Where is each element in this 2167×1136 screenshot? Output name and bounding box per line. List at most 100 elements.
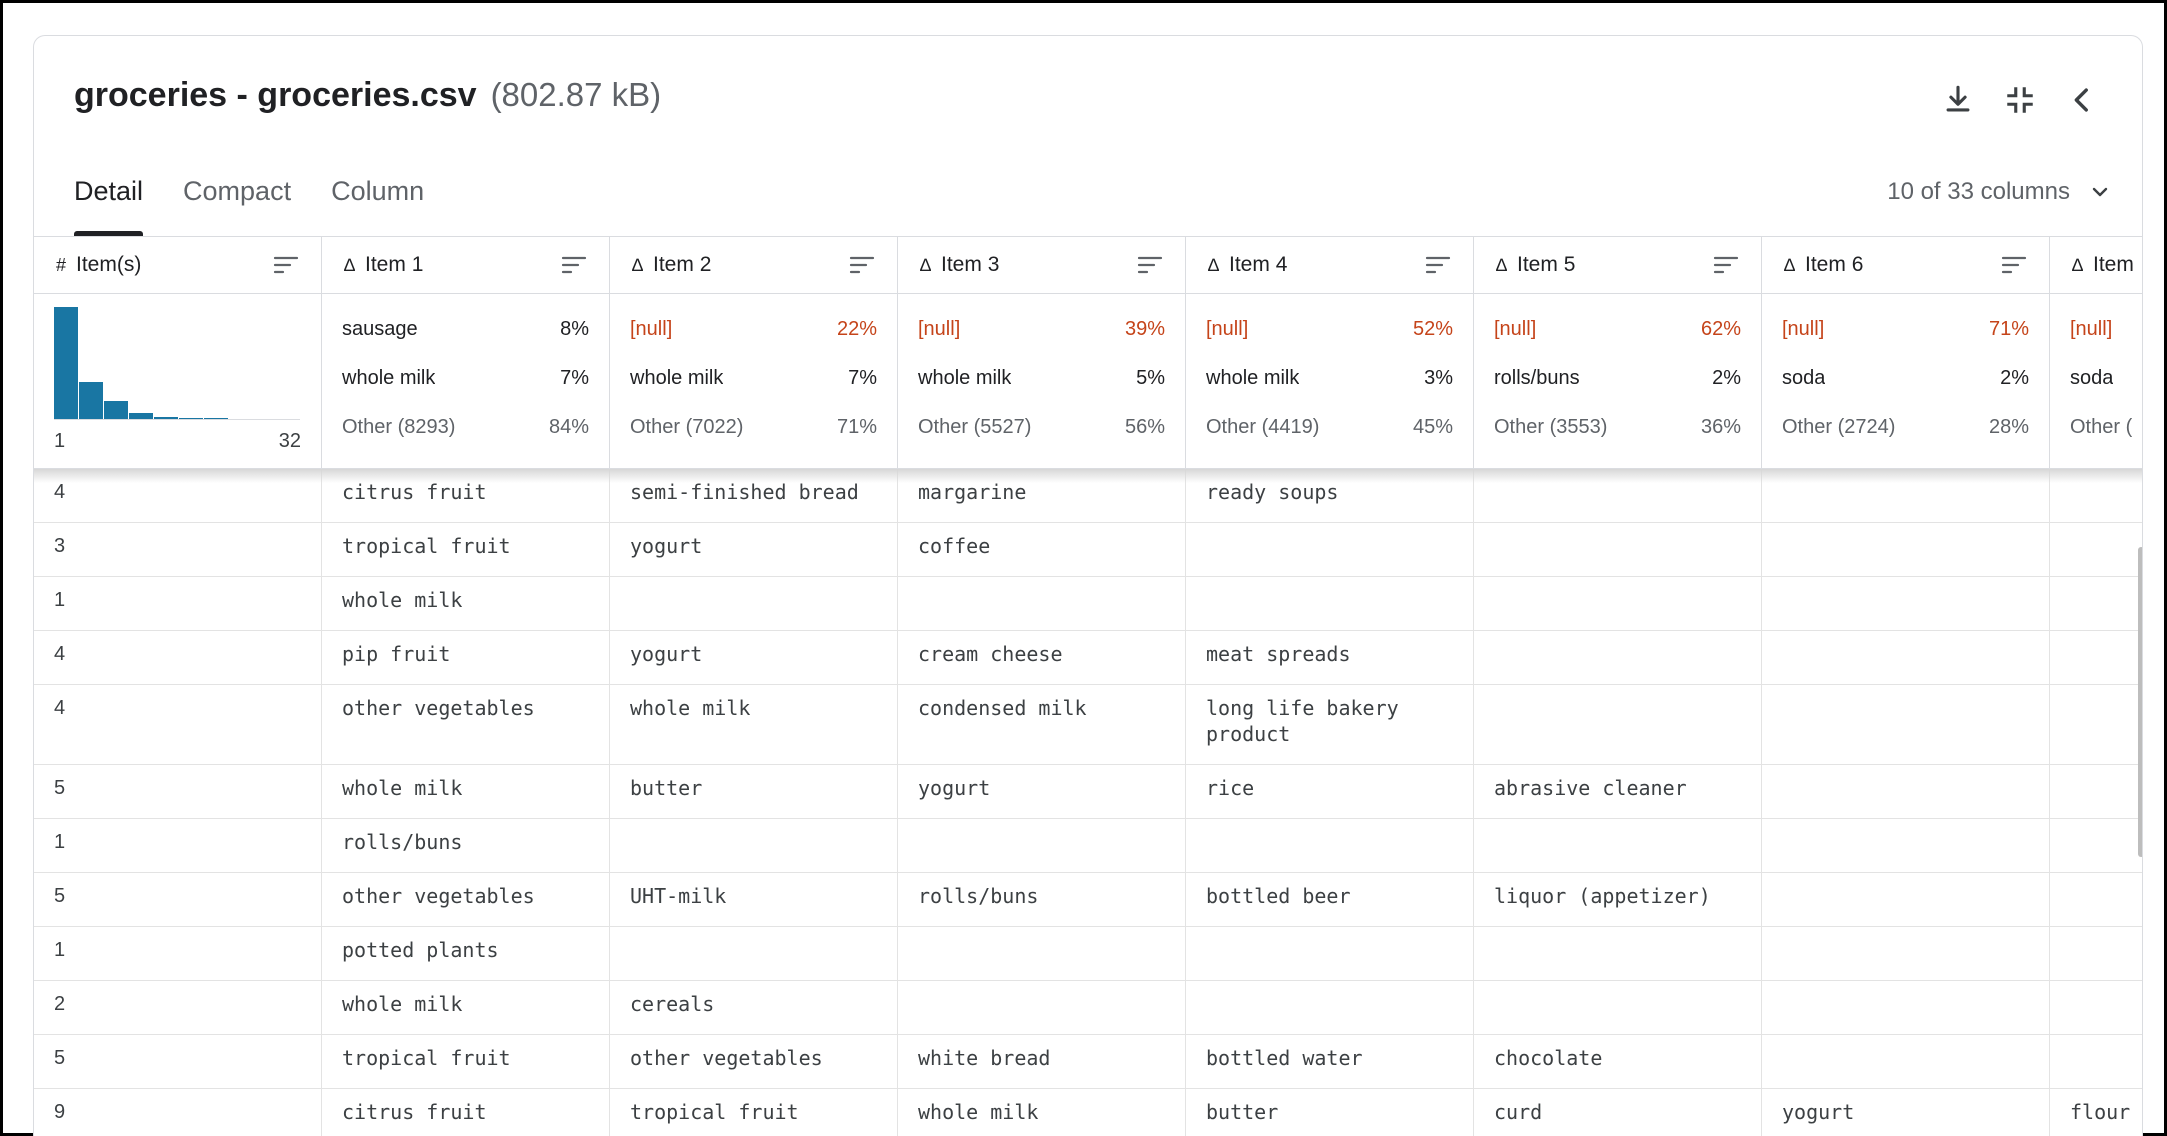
table-cell[interactable] bbox=[2050, 981, 2142, 1034]
table-cell[interactable] bbox=[1474, 577, 1762, 630]
table-cell[interactable] bbox=[2050, 765, 2142, 818]
column-header[interactable]: # Item(s) bbox=[34, 237, 322, 294]
column-header[interactable]: ∆ Item 4 bbox=[1186, 237, 1474, 294]
close-panel-button[interactable] bbox=[2062, 80, 2102, 120]
table-cell[interactable]: flour bbox=[2050, 1089, 2142, 1136]
collapse-button[interactable] bbox=[2000, 80, 2040, 120]
table-cell[interactable] bbox=[1762, 819, 2050, 872]
table-cell[interactable] bbox=[1186, 819, 1474, 872]
table-cell[interactable] bbox=[1186, 927, 1474, 980]
table-cell[interactable]: pip fruit bbox=[322, 631, 610, 684]
table-cell[interactable]: tropical fruit bbox=[322, 523, 610, 576]
table-cell[interactable] bbox=[1186, 981, 1474, 1034]
table-cell[interactable] bbox=[1762, 685, 2050, 764]
table-cell[interactable] bbox=[898, 927, 1186, 980]
table-cell[interactable]: cream cheese bbox=[898, 631, 1186, 684]
sort-icon[interactable] bbox=[561, 254, 587, 276]
table-cell[interactable]: 1 bbox=[34, 577, 322, 630]
table-cell[interactable] bbox=[1186, 577, 1474, 630]
tab-detail[interactable]: Detail bbox=[74, 176, 144, 236]
table-cell[interactable]: citrus fruit bbox=[322, 1089, 610, 1136]
table-cell[interactable]: rice bbox=[1186, 765, 1474, 818]
table-cell[interactable] bbox=[1762, 927, 2050, 980]
histogram-chart[interactable] bbox=[54, 307, 300, 420]
column-selector[interactable]: 10 of 33 columns bbox=[1887, 178, 2112, 206]
table-cell[interactable] bbox=[898, 819, 1186, 872]
table-cell[interactable]: bottled water bbox=[1186, 1035, 1474, 1088]
table-cell[interactable]: yogurt bbox=[1762, 1089, 2050, 1136]
table-cell[interactable] bbox=[2050, 927, 2142, 980]
sort-icon[interactable] bbox=[1137, 254, 1163, 276]
sort-icon[interactable] bbox=[1425, 254, 1451, 276]
table-cell[interactable]: rolls/buns bbox=[898, 873, 1186, 926]
table-cell[interactable] bbox=[1762, 873, 2050, 926]
table-cell[interactable] bbox=[1474, 523, 1762, 576]
table-cell[interactable] bbox=[2050, 631, 2142, 684]
table-cell[interactable]: bottled beer bbox=[1186, 873, 1474, 926]
table-cell[interactable]: other vegetables bbox=[610, 1035, 898, 1088]
table-cell[interactable]: cereals bbox=[610, 981, 898, 1034]
column-header[interactable]: ∆ Item 5 bbox=[1474, 237, 1762, 294]
table-cell[interactable]: whole milk bbox=[322, 577, 610, 630]
table-cell[interactable] bbox=[2050, 685, 2142, 764]
table-cell[interactable]: liquor (appetizer) bbox=[1474, 873, 1762, 926]
column-header[interactable]: ∆ Item 1 bbox=[322, 237, 610, 294]
table-cell[interactable]: butter bbox=[1186, 1089, 1474, 1136]
table-cell[interactable] bbox=[610, 927, 898, 980]
table-cell[interactable]: other vegetables bbox=[322, 873, 610, 926]
table-cell[interactable]: 4 bbox=[34, 631, 322, 684]
table-cell[interactable] bbox=[1762, 1035, 2050, 1088]
table-cell[interactable] bbox=[1474, 819, 1762, 872]
table-cell[interactable]: 1 bbox=[34, 927, 322, 980]
table-cell[interactable]: 3 bbox=[34, 523, 322, 576]
table-cell[interactable]: whole milk bbox=[322, 765, 610, 818]
download-button[interactable] bbox=[1938, 80, 1978, 120]
table-cell[interactable] bbox=[898, 577, 1186, 630]
table-cell[interactable]: whole milk bbox=[898, 1089, 1186, 1136]
table-cell[interactable] bbox=[898, 981, 1186, 1034]
table-cell[interactable]: 1 bbox=[34, 819, 322, 872]
table-cell[interactable] bbox=[1762, 631, 2050, 684]
table-cell[interactable]: rolls/buns bbox=[322, 819, 610, 872]
table-cell[interactable] bbox=[1762, 577, 2050, 630]
table-cell[interactable]: yogurt bbox=[610, 523, 898, 576]
sort-icon[interactable] bbox=[1713, 254, 1739, 276]
table-cell[interactable]: white bread bbox=[898, 1035, 1186, 1088]
tab-column[interactable]: Column bbox=[331, 176, 424, 236]
table-cell[interactable]: 5 bbox=[34, 1035, 322, 1088]
table-cell[interactable] bbox=[1474, 981, 1762, 1034]
table-cell[interactable] bbox=[1762, 523, 2050, 576]
table-cell[interactable] bbox=[1474, 685, 1762, 764]
table-cell[interactable]: 5 bbox=[34, 765, 322, 818]
column-header[interactable]: ∆ Item 3 bbox=[898, 237, 1186, 294]
table-cell[interactable]: 5 bbox=[34, 873, 322, 926]
table-cell[interactable]: other vegetables bbox=[322, 685, 610, 764]
table-cell[interactable]: 9 bbox=[34, 1089, 322, 1136]
table-cell[interactable]: curd bbox=[1474, 1089, 1762, 1136]
table-cell[interactable]: condensed milk bbox=[898, 685, 1186, 764]
vertical-scrollbar[interactable] bbox=[2138, 547, 2142, 857]
column-header[interactable]: ∆ Item 2 bbox=[610, 237, 898, 294]
table-cell[interactable]: 2 bbox=[34, 981, 322, 1034]
table-cell[interactable]: butter bbox=[610, 765, 898, 818]
table-cell[interactable]: abrasive cleaner bbox=[1474, 765, 1762, 818]
table-cell[interactable] bbox=[2050, 873, 2142, 926]
table-cell[interactable] bbox=[1762, 765, 2050, 818]
table-cell[interactable]: yogurt bbox=[898, 765, 1186, 818]
table-cell[interactable]: whole milk bbox=[322, 981, 610, 1034]
table-cell[interactable] bbox=[2050, 577, 2142, 630]
table-cell[interactable]: UHT-milk bbox=[610, 873, 898, 926]
table-cell[interactable]: long life bakery product bbox=[1186, 685, 1474, 764]
table-cell[interactable] bbox=[610, 819, 898, 872]
column-header[interactable]: ∆ Item 6 bbox=[1762, 237, 2050, 294]
table-cell[interactable] bbox=[610, 577, 898, 630]
tab-compact[interactable]: Compact bbox=[183, 176, 291, 236]
sort-icon[interactable] bbox=[2001, 254, 2027, 276]
table-cell[interactable] bbox=[1762, 981, 2050, 1034]
sort-icon[interactable] bbox=[849, 254, 875, 276]
table-cell[interactable]: yogurt bbox=[610, 631, 898, 684]
table-cell[interactable]: potted plants bbox=[322, 927, 610, 980]
table-cell[interactable]: tropical fruit bbox=[610, 1089, 898, 1136]
sort-icon[interactable] bbox=[273, 254, 299, 276]
column-header[interactable]: ∆ Item bbox=[2050, 237, 2142, 294]
